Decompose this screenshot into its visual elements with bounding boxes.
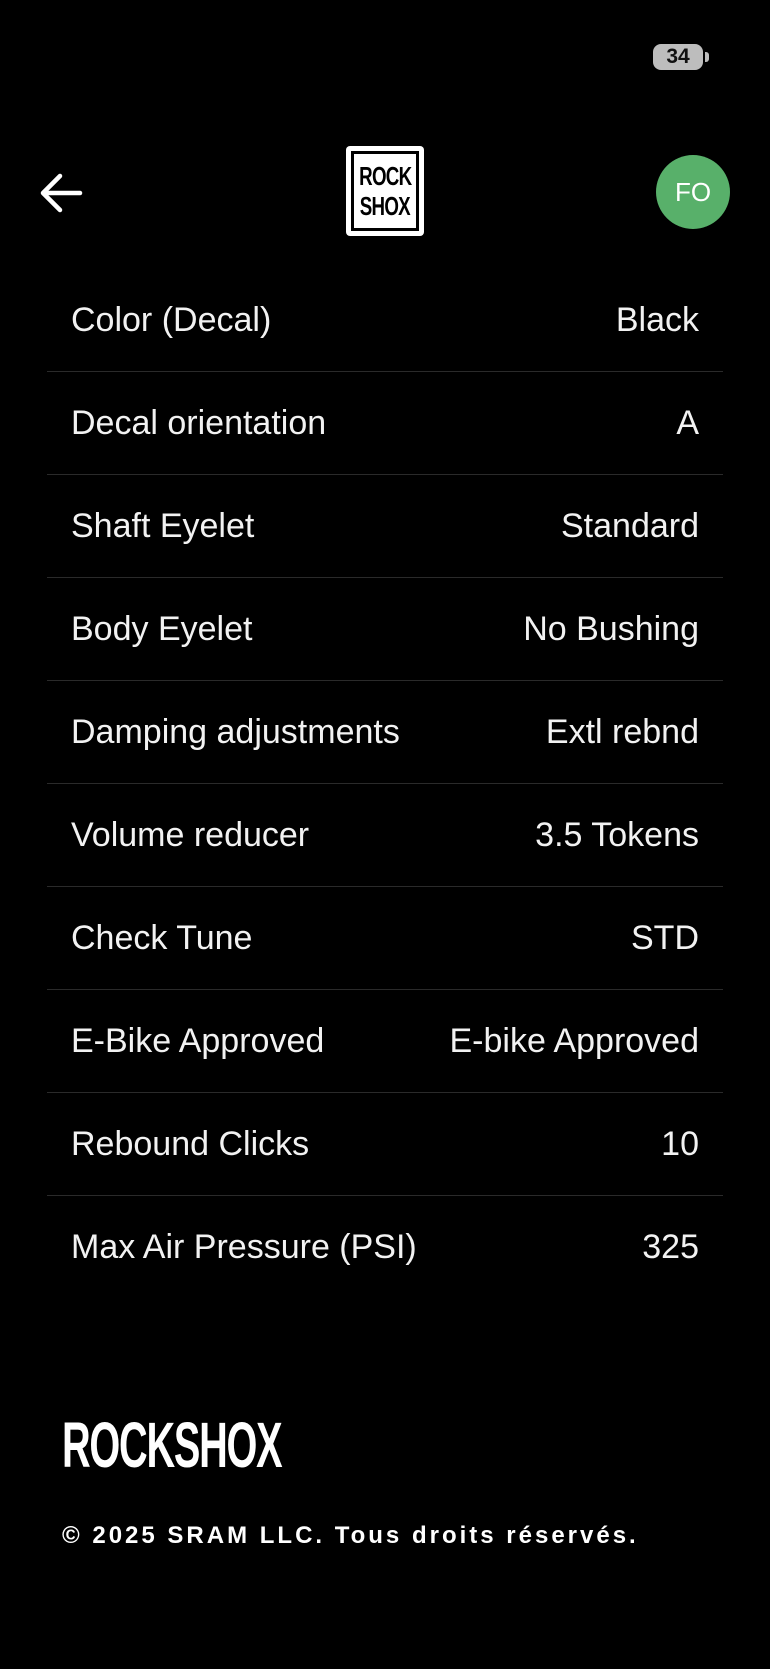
spec-label: Rebound Clicks xyxy=(71,1124,310,1163)
spec-label: Color (Decal) xyxy=(71,300,272,339)
spec-row-e-bike-approved: E-Bike Approved E-bike Approved xyxy=(47,990,723,1093)
battery-icon: 34 xyxy=(653,44,709,70)
footer-logo-text: ROCKSHOX xyxy=(62,1409,283,1481)
spec-value: 10 xyxy=(661,1124,699,1163)
spec-label: Decal orientation xyxy=(71,403,327,442)
spec-label: Volume reducer xyxy=(71,815,310,854)
user-avatar[interactable]: FO xyxy=(656,155,730,229)
spec-row-shaft-eyelet: Shaft Eyelet Standard xyxy=(47,475,723,578)
logo-line-1: ROCK xyxy=(358,161,412,191)
rockshox-logo: ROCK SHOX xyxy=(346,146,424,236)
spec-label: Shaft Eyelet xyxy=(71,506,255,545)
spec-value: 3.5 Tokens xyxy=(535,815,699,854)
spec-value: A xyxy=(676,403,699,442)
spec-value: Standard xyxy=(561,506,699,545)
logo-line-2: SHOX xyxy=(359,191,411,221)
spec-value: 325 xyxy=(642,1228,699,1266)
rockshox-logo-frame: ROCK SHOX xyxy=(351,151,419,231)
footer-rockshox-logo: ROCKSHOX xyxy=(62,1409,283,1481)
battery-level: 34 xyxy=(666,45,690,68)
spec-row-color-decal: Color (Decal) Black xyxy=(47,269,723,372)
spec-row-check-tune: Check Tune STD xyxy=(47,887,723,990)
arrow-left-icon xyxy=(40,173,83,213)
spec-row-damping-adjustments: Damping adjustments Extl rebnd xyxy=(47,681,723,784)
spec-label: E-Bike Approved xyxy=(71,1021,325,1060)
spec-row-max-air-pressure: Max Air Pressure (PSI) 325 xyxy=(47,1196,723,1299)
back-button[interactable] xyxy=(36,168,86,218)
app-header: ROCK SHOX FO xyxy=(0,130,770,255)
spec-row-volume-reducer: Volume reducer 3.5 Tokens xyxy=(47,784,723,887)
status-bar: 34 xyxy=(0,0,770,110)
spec-list: Color (Decal) Black Decal orientation A … xyxy=(47,269,723,1299)
avatar-initials: FO xyxy=(674,176,712,207)
spec-row-rebound-clicks: Rebound Clicks 10 xyxy=(47,1093,723,1196)
spec-label: Max Air Pressure (PSI) xyxy=(71,1228,417,1266)
spec-label: Check Tune xyxy=(71,918,253,957)
spec-label: Body Eyelet xyxy=(71,609,253,648)
spec-value: STD xyxy=(631,918,699,957)
spec-value: Black xyxy=(615,300,699,339)
spec-row-body-eyelet: Body Eyelet No Bushing xyxy=(47,578,723,681)
copyright-text: © 2025 SRAM LLC. Tous droits réservés. xyxy=(62,1522,639,1549)
battery-tip xyxy=(705,52,709,62)
spec-value: Extl rebnd xyxy=(545,712,699,751)
spec-value: No Bushing xyxy=(523,609,699,648)
spec-label: Damping adjustments xyxy=(71,712,400,751)
spec-row-decal-orientation: Decal orientation A xyxy=(47,372,723,475)
spec-value: E-bike Approved xyxy=(449,1021,700,1060)
